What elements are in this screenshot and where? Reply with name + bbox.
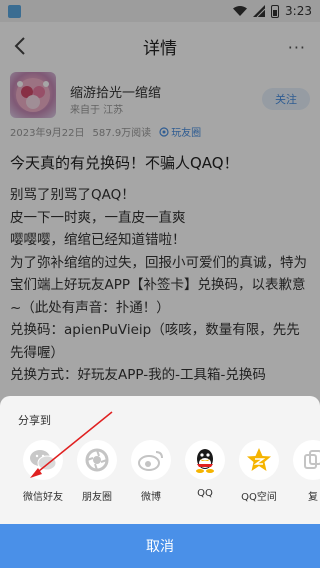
wechat-icon: [23, 440, 63, 480]
share-copy-link[interactable]: 复: [286, 440, 320, 503]
share-moments[interactable]: 朋友圈: [70, 440, 124, 503]
share-label: 微信好友: [23, 492, 63, 503]
share-label: QQ: [197, 488, 213, 499]
share-label: 微博: [141, 492, 161, 503]
share-sheet-title: 分享到: [18, 414, 51, 427]
share-label: 朋友圈: [82, 492, 112, 503]
weibo-icon: [131, 440, 171, 480]
share-label: 复: [308, 492, 318, 503]
share-qq[interactable]: QQ: [178, 440, 232, 503]
qzone-icon: [239, 440, 279, 480]
share-label: QQ空间: [241, 492, 277, 503]
moments-icon: [77, 440, 117, 480]
copy-icon: [293, 440, 320, 480]
share-sheet: 分享到 微信好友 朋友圈 微博 QQ QQ空间 复 取消: [0, 396, 320, 568]
share-qzone[interactable]: QQ空间: [232, 440, 286, 503]
share-weibo[interactable]: 微博: [124, 440, 178, 503]
cancel-button[interactable]: 取消: [0, 524, 320, 568]
share-wechat-friends[interactable]: 微信好友: [16, 440, 70, 503]
qq-icon: [185, 440, 225, 480]
share-options: 微信好友 朋友圈 微博 QQ QQ空间 复: [0, 440, 320, 503]
